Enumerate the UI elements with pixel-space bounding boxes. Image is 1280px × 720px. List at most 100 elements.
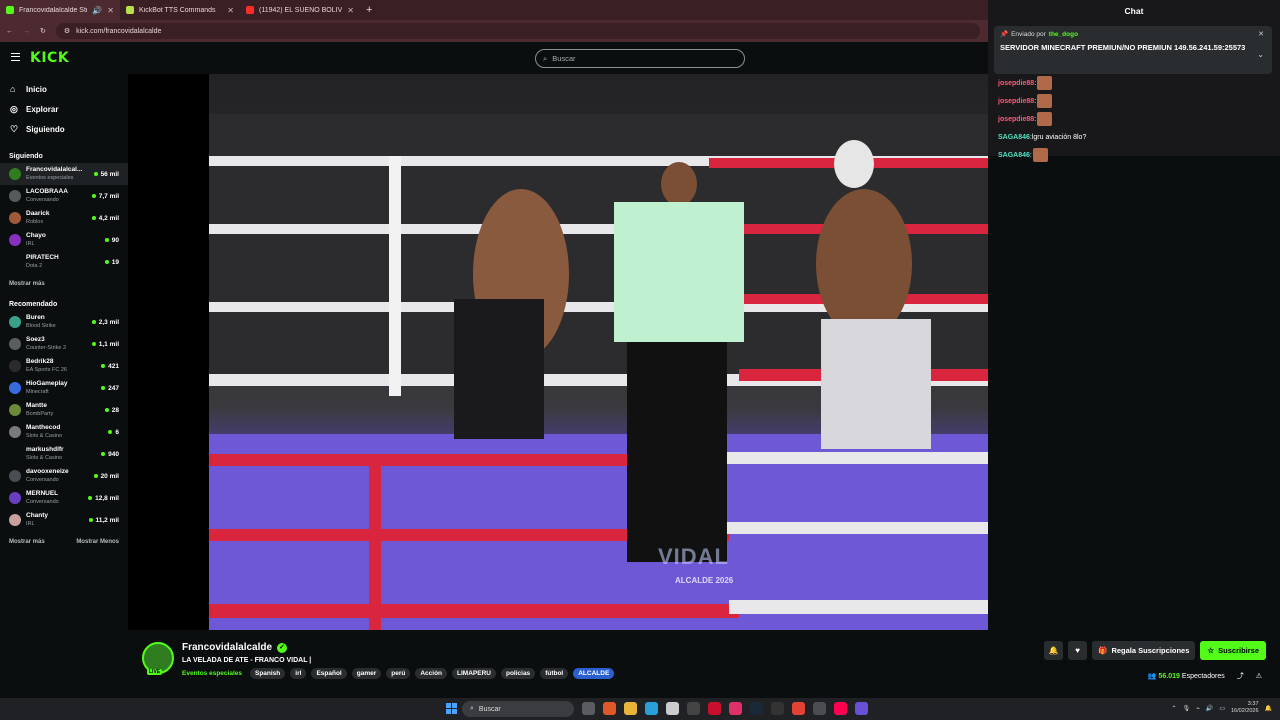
video-player[interactable]: VIDAL ALCALDE 2026 [128, 74, 988, 630]
pinned-user[interactable]: the_dogo [1049, 31, 1078, 38]
steam-icon[interactable] [750, 702, 763, 715]
chevron-up-icon[interactable]: ⌃ [1172, 705, 1177, 712]
sidebar-channel[interactable]: Daarick Roblox 4,2 mil [0, 207, 128, 229]
chat-username[interactable]: SAGA846 [998, 152, 1030, 159]
app-icon[interactable] [708, 702, 721, 715]
search-input[interactable]: ⌕ Buscar [535, 49, 745, 68]
app-icon[interactable] [729, 702, 742, 715]
browser-tab-1[interactable]: Francovidalalcalde Stream 🔊 ✕ [0, 0, 120, 20]
chat-username[interactable]: josepdie88 [998, 80, 1034, 87]
stream-tag[interactable]: Acción [415, 668, 448, 679]
stream-tag[interactable]: LIMAPERU [452, 668, 496, 679]
sidebar-channel[interactable]: Bedrik28 EA Sports FC 26 421 [0, 355, 128, 377]
volume-icon[interactable]: 🔊 [1206, 705, 1213, 712]
unpin-icon[interactable]: ✕ [1258, 30, 1264, 38]
app-icon[interactable] [855, 702, 868, 715]
close-tab-icon[interactable]: ✕ [347, 6, 354, 15]
channel-info: Chayo IRL [26, 232, 100, 248]
mic-icon[interactable]: 🎙 [1183, 705, 1191, 712]
close-tab-icon[interactable]: ✕ [227, 6, 234, 15]
chat-separator: : [1029, 151, 1032, 159]
site-info-icon[interactable]: ⚙ [64, 27, 70, 35]
app-icon[interactable] [603, 702, 616, 715]
back-icon[interactable]: ← [6, 28, 13, 35]
sidebar-channel[interactable]: markushdlfr Slots & Casino 940 [0, 443, 128, 465]
browser-tab-3[interactable]: (11942) EL SUEÑO BOLIVIANO ✕ [240, 0, 360, 20]
live-dot-icon [91, 194, 96, 198]
sidebar-channel[interactable]: Francovidalalcal... Eventos especiales 56 … [0, 163, 128, 185]
app-icon[interactable] [687, 702, 700, 715]
menu-icon[interactable] [11, 53, 20, 61]
stream-tag[interactable]: gamer [351, 668, 382, 679]
speaker-icon[interactable]: 🔊 [92, 6, 102, 15]
task-view-icon[interactable] [582, 702, 595, 715]
chat-username[interactable]: SAGA846 [998, 134, 1030, 141]
pinned-message[interactable]: 📌 Enviado por the_dogo SERVIDOR MINECRAF… [994, 26, 1272, 74]
show-less-button[interactable]: Mostrar Menos [76, 539, 119, 545]
clock[interactable]: 3:37 16/02/2026 [1231, 701, 1259, 715]
app-icon[interactable] [813, 702, 826, 715]
gift-subs-button[interactable]: 🎁 Regala Suscripciones [1092, 641, 1196, 660]
video-frame[interactable] [209, 74, 988, 630]
chat-username[interactable]: josepdie88 [998, 116, 1034, 123]
share-icon[interactable]: ⤴ [1237, 671, 1244, 681]
stream-tag[interactable]: policias [500, 668, 536, 679]
chat-username[interactable]: josepdie88 [998, 98, 1034, 105]
folder-icon[interactable] [624, 702, 637, 715]
pin-icon: 📌 [1000, 31, 1009, 38]
streamer-name-row: Francovidalalcalde ✓ [182, 642, 288, 653]
stream-tag[interactable]: ALCALDE [573, 668, 615, 679]
sidebar-channel[interactable]: Soez3 Counter-Strike 2 1,1 mil [0, 333, 128, 355]
sidebar-channel[interactable]: MERNUEL Conversando 12,8 mil [0, 487, 128, 509]
follow-button[interactable]: ♥ [1068, 641, 1088, 660]
app-icon[interactable] [666, 702, 679, 715]
streamer-name[interactable]: Francovidalalcalde [182, 642, 272, 653]
sidebar-channel[interactable]: davooxeneize Conversando 20 mil [0, 465, 128, 487]
stream-tag[interactable]: Spanish [249, 668, 286, 679]
edge-icon[interactable] [645, 702, 658, 715]
close-tab-icon[interactable]: ✕ [107, 6, 114, 15]
sidebar-channel[interactable]: Mantte BombParty 28 [0, 399, 128, 421]
url-field[interactable]: ⚙ kick.com/francovidalalcalde [55, 23, 980, 39]
report-icon[interactable]: ⚠ [1256, 672, 1262, 680]
channel-viewers: 1,1 mil [91, 341, 119, 348]
stream-tag[interactable]: perú [386, 668, 411, 679]
nav-explorar[interactable]: ◎ Explorar [0, 99, 128, 119]
live-dot-icon [104, 238, 109, 242]
taskbar-search[interactable]: ⌕ Buscar [462, 701, 574, 717]
sidebar-channel[interactable]: Chanty IRL 11,2 mil [0, 509, 128, 531]
stream-category[interactable]: Eventos especiales [182, 670, 242, 677]
notification-bell-button[interactable]: 🔔 [1044, 641, 1064, 660]
sidebar-channel[interactable]: LACOBRAAA Conversando 7,7 mil [0, 185, 128, 207]
chrome-icon[interactable] [792, 702, 805, 715]
chevron-down-icon[interactable]: ⌄ [1257, 50, 1264, 59]
sidebar-channel[interactable]: Chayo IRL 90 [0, 229, 128, 251]
app-icon[interactable] [771, 702, 784, 715]
viewer-count: 90 [111, 236, 119, 244]
show-more-button[interactable]: Mostrar más [9, 539, 45, 545]
nav-label: Inicio [26, 84, 47, 94]
show-more-button[interactable]: Mostrar más [9, 281, 45, 287]
sidebar-channel[interactable]: Manthecod Slots & Casino 6 [0, 421, 128, 443]
reload-icon[interactable]: ↻ [40, 27, 46, 35]
network-icon[interactable]: ⌁ [1196, 705, 1200, 712]
nav-inicio[interactable]: ⌂ Inicio [0, 79, 128, 99]
nav-siguiendo[interactable]: ♡ Siguiendo [0, 119, 128, 139]
stream-tag[interactable]: Español [311, 668, 347, 679]
browser-tab-2[interactable]: KickBot TTS Commands ✕ [120, 0, 240, 20]
sidebar-channel[interactable]: Buren Blood Strike 2,3 mil [0, 311, 128, 333]
stream-tag[interactable]: irl [290, 668, 307, 679]
star-icon: ☆ [1207, 646, 1215, 655]
notifications-icon[interactable]: 🔔 [1265, 705, 1272, 712]
tiktok-icon[interactable] [834, 702, 847, 715]
subscribe-button[interactable]: ☆ Suscribirse [1200, 641, 1266, 660]
forward-icon[interactable]: → [23, 28, 30, 35]
sidebar-channel[interactable]: PIRATECH Dota 2 19 [0, 251, 128, 273]
new-tab-button[interactable]: + [360, 4, 378, 16]
kick-logo[interactable]: KICK [30, 50, 69, 66]
channel-category: Slots & Casino [26, 433, 63, 439]
stream-tag[interactable]: fútbol [540, 668, 569, 679]
battery-icon[interactable]: ▭ [1219, 705, 1225, 712]
windows-start-icon[interactable] [446, 703, 457, 714]
sidebar-channel[interactable]: HioGameplay Minecraft 247 [0, 377, 128, 399]
